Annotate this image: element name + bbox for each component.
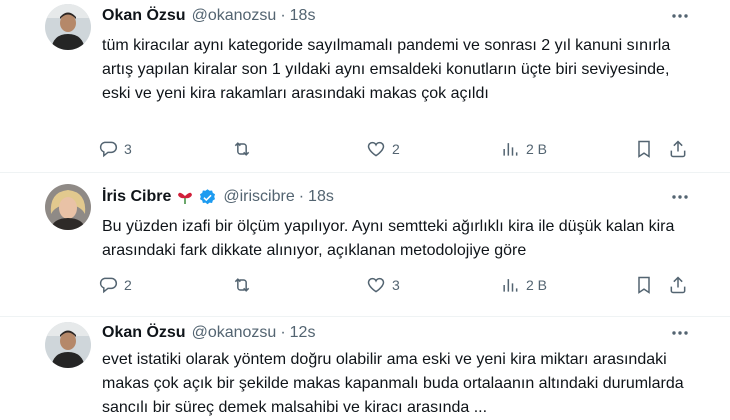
reply-button[interactable]: 2 xyxy=(98,274,132,296)
views-chart-icon xyxy=(503,279,518,292)
like-button[interactable]: 2 xyxy=(366,138,400,160)
avatar-okanozsu[interactable] xyxy=(45,322,91,368)
retweet-icon xyxy=(234,278,250,292)
action-bar: 3 2 2 B xyxy=(98,138,698,160)
retweet-button[interactable] xyxy=(232,274,258,296)
views-chart-icon xyxy=(503,143,518,156)
author-handle[interactable]: @okanozsu xyxy=(192,322,277,344)
more-options-icon[interactable] xyxy=(668,5,692,27)
timestamp[interactable]: 18s xyxy=(308,186,334,208)
like-count: 3 xyxy=(392,277,400,293)
share-button[interactable] xyxy=(668,138,688,160)
bookmark-button[interactable] xyxy=(634,138,654,160)
tweet-2[interactable]: İris Cibre @iriscibre · 18s Bu yüzden iz… xyxy=(0,172,730,317)
tweet-text: Bu yüzden izafi bir ölçüm yapılıyor. Ayn… xyxy=(102,218,675,259)
more-options-icon[interactable] xyxy=(668,322,692,344)
bookmark-icon xyxy=(638,140,650,158)
avatar-okanozsu[interactable] xyxy=(45,4,91,50)
author-handle[interactable]: @iriscibre xyxy=(223,186,294,208)
tweet-3[interactable]: Okan Özsu @okanozsu · 12s evet istatiki … xyxy=(0,316,730,420)
like-count: 2 xyxy=(392,141,400,157)
share-icon xyxy=(670,140,686,158)
avatar-iriscibre[interactable] xyxy=(45,184,91,230)
reply-button[interactable]: 3 xyxy=(98,138,132,160)
timestamp[interactable]: 12s xyxy=(290,322,316,344)
separator-dot: · xyxy=(298,188,305,205)
action-bar: 2 3 2 B xyxy=(98,274,698,296)
separator-dot: · xyxy=(280,324,286,341)
views-count: 2 B xyxy=(526,141,548,157)
bookmark-icon xyxy=(638,276,650,294)
rose-emoji-icon xyxy=(176,188,194,206)
views-count: 2 B xyxy=(526,277,548,293)
tweet-text: tüm kiracılar aynı kategoride sayılmamal… xyxy=(102,37,671,102)
heart-icon xyxy=(367,141,385,157)
author-name[interactable]: Okan Özsu xyxy=(102,322,186,344)
share-icon xyxy=(670,276,686,294)
timestamp[interactable]: 18s xyxy=(290,5,316,27)
views-button[interactable]: 2 B xyxy=(500,274,547,296)
tweet-text: evet istatiki olarak yöntem doğru olabil… xyxy=(102,351,684,416)
reply-count: 3 xyxy=(124,141,132,157)
retweet-icon xyxy=(234,142,250,156)
reply-count: 2 xyxy=(124,277,132,293)
bookmark-button[interactable] xyxy=(634,274,654,296)
views-button[interactable]: 2 B xyxy=(500,138,547,160)
more-options-icon[interactable] xyxy=(668,186,692,208)
heart-icon xyxy=(367,277,385,293)
reply-icon xyxy=(99,141,118,158)
separator-dot: · xyxy=(280,7,286,24)
like-button[interactable]: 3 xyxy=(366,274,400,296)
share-button[interactable] xyxy=(668,274,688,296)
author-name[interactable]: İris Cibre xyxy=(102,186,171,208)
author-handle[interactable]: @okanozsu xyxy=(192,5,277,27)
author-name[interactable]: Okan Özsu xyxy=(102,5,186,27)
verified-badge-icon[interactable] xyxy=(198,188,217,207)
retweet-button[interactable] xyxy=(232,138,258,160)
reply-icon xyxy=(99,277,118,294)
tweet-1[interactable]: Okan Özsu @okanozsu · 18s tüm kiracılar … xyxy=(0,0,730,173)
